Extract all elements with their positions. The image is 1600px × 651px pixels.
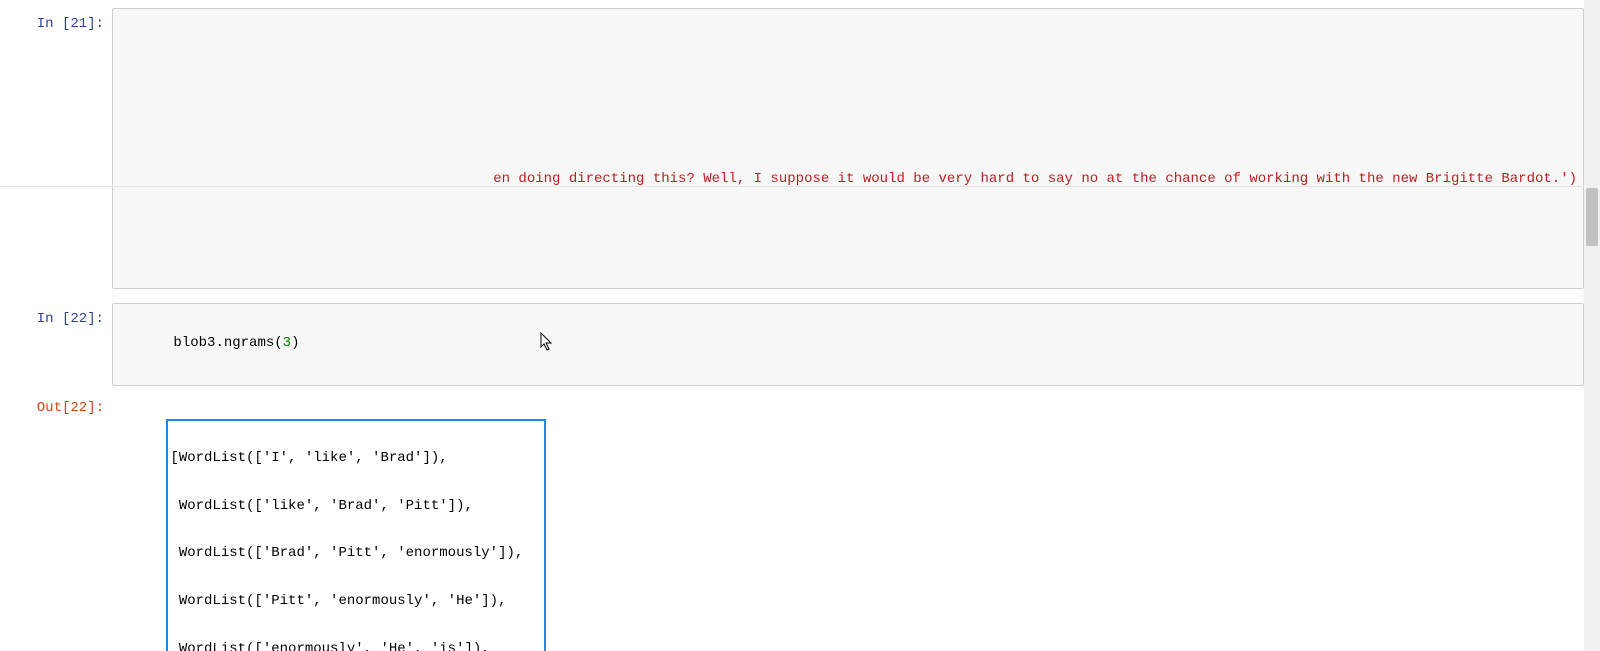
vertical-scrollbar[interactable]: ▴ — [1584, 0, 1600, 651]
prompt-in-21: In [21]: — [0, 8, 112, 32]
cell-out-22: Out[22]: [WordList(['I', 'like', 'Brad']… — [0, 392, 1600, 651]
output-line: WordList(['like', 'Brad', 'Pitt']), — [170, 495, 540, 519]
prompt-out-22: Out[22]: — [0, 392, 112, 416]
code-paren-close: ) — [291, 335, 299, 351]
code-paren-open: ( — [274, 335, 282, 351]
output-highlight-box: [WordList(['I', 'like', 'Brad']), WordLi… — [166, 419, 546, 651]
code-ident-blob3: blob3 — [173, 335, 215, 351]
code-cell-22[interactable]: blob3.ngrams(3) — [112, 303, 1584, 386]
output-line: WordList(['enormously', 'He', 'is']), — [170, 638, 540, 651]
notebook-container: In [21]: en doing directing this? Well, … — [0, 0, 1600, 651]
code-scroll-21[interactable]: en doing directing this? Well, I suppose… — [113, 126, 1583, 236]
code-cell-21[interactable]: en doing directing this? Well, I suppose… — [112, 8, 1584, 289]
output-line: [WordList(['I', 'like', 'Brad']), — [170, 447, 540, 471]
output-line: WordList(['Pitt', 'enormously', 'He']), — [170, 590, 540, 614]
output-line: WordList(['Brad', 'Pitt', 'enormously'])… — [170, 542, 540, 566]
code-ident-ngrams: ngrams — [224, 335, 274, 351]
output-separator — [0, 186, 1584, 187]
prompt-in-22: In [22]: — [0, 303, 112, 327]
output-area-22: [WordList(['I', 'like', 'Brad']), WordLi… — [112, 392, 1584, 651]
code-string-21: en doing directing this? Well, I suppose… — [113, 169, 1583, 191]
code-arg-3: 3 — [283, 335, 291, 351]
cell-in-21: In [21]: en doing directing this? Well, … — [0, 8, 1600, 289]
cell-in-22: In [22]: blob3.ngrams(3) — [0, 303, 1600, 386]
scrollbar-thumb[interactable] — [1586, 188, 1598, 246]
code-dot: . — [215, 335, 223, 351]
